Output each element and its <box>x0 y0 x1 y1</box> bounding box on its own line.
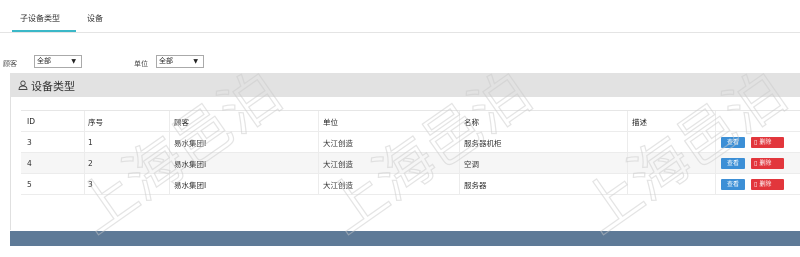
chevron-down-icon: ▼ <box>71 58 76 65</box>
delete-label: 删除 <box>759 160 772 167</box>
tab-bar: 子设备类型 设备 <box>0 0 800 33</box>
customer-filter-select[interactable]: 全部 ▼ <box>34 55 82 68</box>
delete-label: 删除 <box>759 139 772 146</box>
customer-filter-label: 顾客 <box>3 60 17 68</box>
cell-seq: 2 <box>88 159 93 168</box>
table-row: 4 2 易水集团I 大江创造 空调 查看 ▯ 删除 <box>21 153 800 174</box>
footer-bar <box>10 231 800 246</box>
cell-customer: 易水集团I <box>174 160 207 169</box>
panel-header: 设备类型 <box>10 73 800 97</box>
user-icon <box>18 80 28 90</box>
cell-name: 服务器机柜 <box>464 139 502 148</box>
table-row: 3 1 易水集团I 大江创造 服务器机柜 查看 ▯ 删除 <box>21 132 800 153</box>
device-type-table: ID 序号 顾客 单位 名称 描述 3 1 易水集团I 大江创造 服务器机柜 查… <box>21 110 800 195</box>
customer-filter-value: 全部 <box>37 57 51 65</box>
panel-title: 设备类型 <box>31 80 75 93</box>
column-header-desc: 描述 <box>632 118 647 127</box>
unit-filter-label: 单位 <box>134 60 148 68</box>
cell-id: 4 <box>27 159 32 168</box>
chevron-down-icon: ▼ <box>193 58 198 65</box>
trash-icon: ▯ <box>754 181 758 188</box>
tab-device[interactable]: 设备 <box>87 13 103 24</box>
cell-name: 服务器 <box>464 181 487 190</box>
cell-customer: 易水集团I <box>174 181 207 190</box>
unit-filter-value: 全部 <box>159 57 173 65</box>
cell-seq: 3 <box>88 180 93 189</box>
cell-id: 3 <box>27 138 32 147</box>
column-header-unit: 单位 <box>323 118 338 127</box>
delete-button[interactable]: ▯ 删除 <box>751 158 784 169</box>
delete-button[interactable]: ▯ 删除 <box>751 137 784 148</box>
trash-icon: ▯ <box>754 139 758 146</box>
view-button[interactable]: 查看 <box>721 179 745 190</box>
delete-button[interactable]: ▯ 删除 <box>751 179 784 190</box>
delete-label: 删除 <box>759 181 772 188</box>
view-button[interactable]: 查看 <box>721 158 745 169</box>
table-row: 5 3 易水集团I 大江创造 服务器 查看 ▯ 删除 <box>21 174 800 195</box>
filter-row: 顾客 全部 ▼ 单位 全部 ▼ <box>0 55 800 69</box>
cell-name: 空调 <box>464 160 479 169</box>
trash-icon: ▯ <box>754 160 758 167</box>
column-header-name: 名称 <box>464 118 479 127</box>
column-header-seq: 序号 <box>88 118 103 127</box>
view-button[interactable]: 查看 <box>721 137 745 148</box>
cell-unit: 大江创造 <box>323 160 353 169</box>
unit-filter-select[interactable]: 全部 ▼ <box>156 55 204 68</box>
tab-sub-device-type[interactable]: 子设备类型 <box>20 13 60 24</box>
cell-seq: 1 <box>88 138 93 147</box>
active-tab-indicator <box>12 30 76 32</box>
cell-unit: 大江创造 <box>323 139 353 148</box>
cell-id: 5 <box>27 180 32 189</box>
cell-unit: 大江创造 <box>323 181 353 190</box>
cell-customer: 易水集团I <box>174 139 207 148</box>
table-header-row: ID 序号 顾客 单位 名称 描述 <box>21 111 800 132</box>
column-header-customer: 顾客 <box>174 118 189 127</box>
column-header-id: ID <box>27 117 35 126</box>
